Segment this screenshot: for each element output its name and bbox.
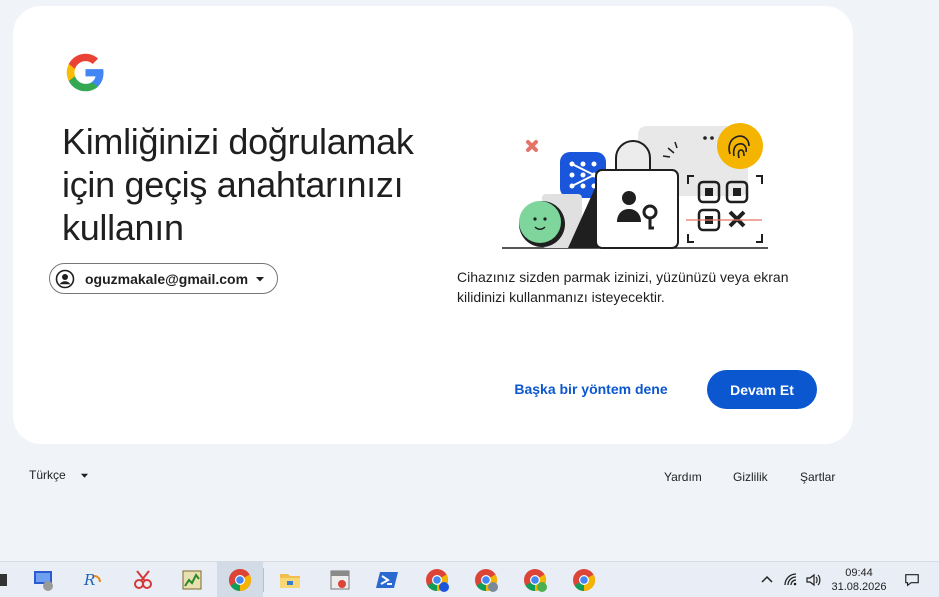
clock-time: 09:44 bbox=[845, 567, 873, 579]
chrome-profile-g-icon[interactable] bbox=[473, 567, 499, 593]
chevron-down-icon bbox=[255, 274, 265, 284]
chrome-profile-b-icon[interactable] bbox=[424, 567, 450, 593]
passkey-description: Cihazınız sizden parmak izinizi, yüzünüz… bbox=[457, 269, 789, 305]
page-title: Kimliğinizi doğrulamak için geçiş anahta… bbox=[62, 120, 452, 249]
language-selector[interactable]: Türkçe bbox=[29, 468, 89, 482]
terms-link[interactable]: Şartlar bbox=[800, 470, 835, 484]
privacy-link[interactable]: Gizlilik bbox=[733, 470, 768, 484]
powershell-icon[interactable] bbox=[375, 567, 401, 593]
app-icon[interactable] bbox=[0, 567, 14, 593]
chrome-profile-c-icon[interactable] bbox=[522, 567, 548, 593]
help-link[interactable]: Yardım bbox=[664, 470, 702, 484]
clock-date: 31.08.2026 bbox=[831, 581, 887, 593]
try-another-way-button[interactable]: Başka bir yöntem dene bbox=[505, 370, 677, 408]
task-manager-icon[interactable] bbox=[179, 567, 205, 593]
svg-text:R: R bbox=[83, 571, 95, 589]
language-label: Türkçe bbox=[29, 468, 66, 482]
file-explorer-icon[interactable] bbox=[277, 567, 303, 593]
system-clock[interactable]: 09:44 31.08.2026 bbox=[828, 566, 890, 594]
chevron-down-icon bbox=[80, 471, 89, 480]
chrome-icon[interactable] bbox=[571, 567, 597, 593]
snipping-tool-icon[interactable] bbox=[130, 567, 156, 593]
google-logo bbox=[66, 53, 104, 92]
continue-button[interactable]: Devam Et bbox=[707, 370, 817, 409]
account-chooser[interactable]: oguzmakale@gmail.com bbox=[49, 263, 278, 294]
taskbar: R 09:44 31.08.2026 bbox=[0, 561, 939, 597]
page-title-line: Kimliğinizi doğrulamak bbox=[62, 121, 414, 162]
account-circle-icon bbox=[55, 269, 75, 289]
notification-icon[interactable] bbox=[904, 571, 920, 587]
page-title-line: kullanın bbox=[62, 207, 184, 248]
chevron-up-icon[interactable] bbox=[759, 572, 775, 588]
window-manager-icon[interactable] bbox=[327, 567, 353, 593]
passkey-illustration bbox=[502, 123, 768, 249]
volume-icon[interactable] bbox=[805, 572, 821, 588]
wifi-icon[interactable] bbox=[783, 572, 799, 588]
page-title-line: için geçiş anahtarınızı bbox=[62, 164, 404, 205]
rdp-client-icon[interactable]: R bbox=[80, 567, 106, 593]
chrome-icon[interactable] bbox=[227, 567, 253, 593]
taskbar-separator bbox=[263, 568, 264, 592]
remote-desktop-icon[interactable] bbox=[31, 567, 57, 593]
account-email: oguzmakale@gmail.com bbox=[85, 270, 249, 287]
